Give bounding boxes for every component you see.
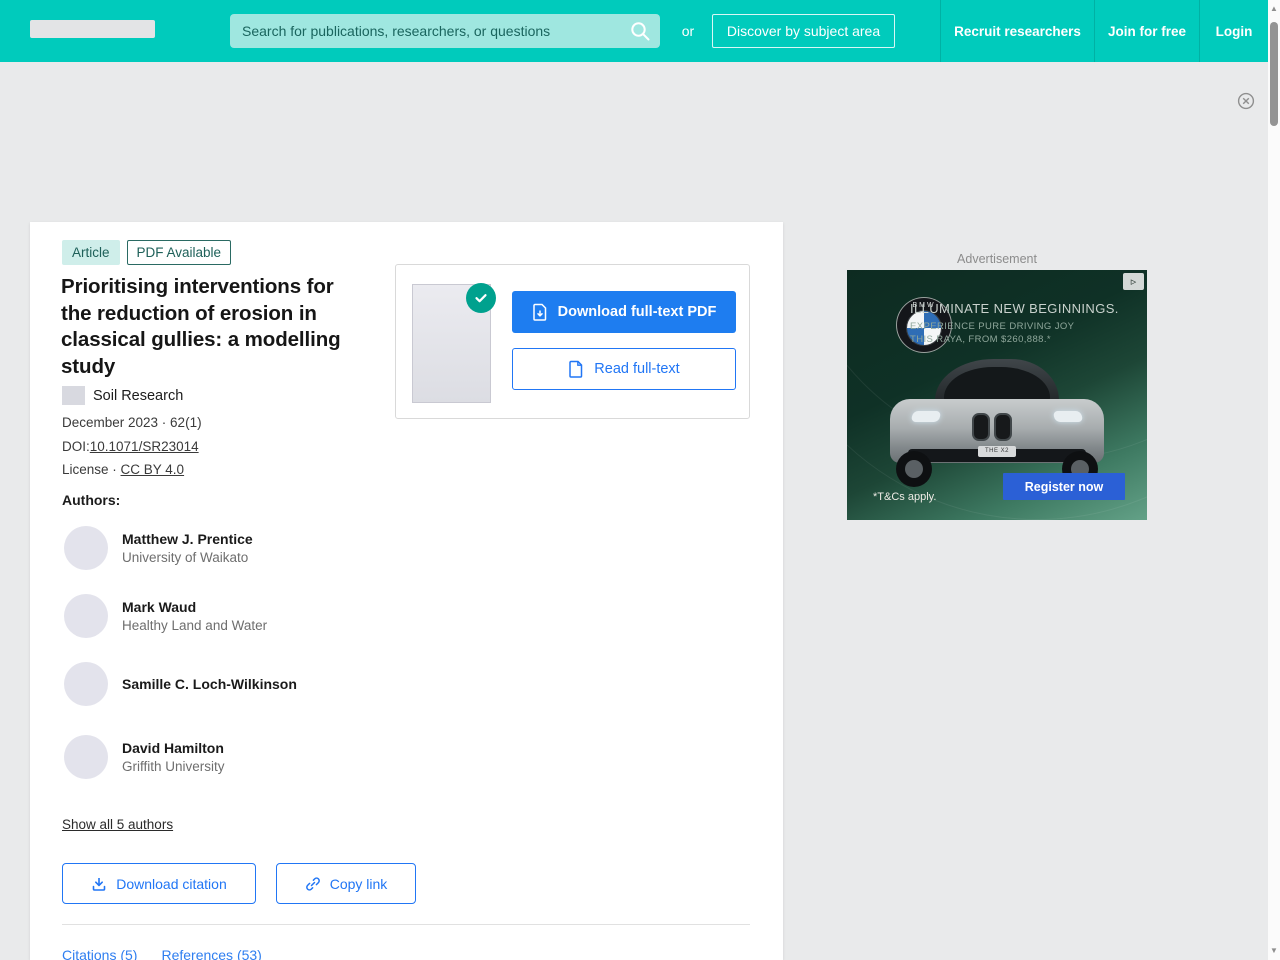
- tab-bar: Citations (5) References (53): [62, 947, 262, 960]
- doi-link[interactable]: 10.1071/SR23014: [90, 439, 199, 454]
- check-icon: [466, 283, 496, 313]
- copy-link-label: Copy link: [329, 875, 388, 892]
- license-row: License · CC BY 4.0: [62, 462, 184, 477]
- publication-date: December 2023 · 62(1): [62, 415, 202, 430]
- site-logo[interactable]: [30, 20, 155, 38]
- author-row: Samille C. Loch-Wilkinson: [64, 662, 297, 706]
- nav-login[interactable]: Login: [1199, 0, 1268, 62]
- ad-headline: ILLUMINATE NEW BEGINNINGS.: [910, 301, 1119, 316]
- copy-link-button[interactable]: Copy link: [276, 863, 416, 904]
- scrollbar-up-arrow[interactable]: ▲: [1268, 2, 1280, 16]
- link-icon: [305, 876, 321, 892]
- author-affiliation: University of Waikato: [122, 550, 249, 565]
- or-label: or: [681, 23, 695, 39]
- nav-recruit-researchers[interactable]: Recruit researchers: [940, 0, 1094, 62]
- scrollbar: ▲ ▼: [1268, 0, 1280, 960]
- doi-row: DOI:10.1071/SR23014: [62, 439, 199, 454]
- car-wheel: [896, 451, 932, 487]
- scrollbar-thumb[interactable]: [1270, 22, 1278, 126]
- close-icon[interactable]: [1237, 92, 1255, 110]
- car-headlight: [1052, 411, 1084, 422]
- discover-by-subject-button[interactable]: Discover by subject area: [712, 14, 895, 48]
- adchoices-icon[interactable]: ▹: [1123, 273, 1144, 290]
- search-icon[interactable]: [628, 19, 652, 43]
- download-citation-button[interactable]: Download citation: [62, 863, 256, 904]
- license-label: License ·: [62, 462, 121, 477]
- author-row: David Hamilton Griffith University: [64, 735, 225, 779]
- action-row: Download citation Copy link: [62, 863, 416, 904]
- publication-title: Prioritising interventions for the reduc…: [61, 275, 341, 378]
- journal-logo-icon: [62, 386, 85, 405]
- author-avatar[interactable]: [64, 594, 108, 638]
- journal-name: Soil Research: [93, 387, 184, 404]
- doi-label: DOI:: [62, 439, 90, 454]
- file-icon: [568, 360, 584, 378]
- author-avatar[interactable]: [64, 526, 108, 570]
- author-avatar[interactable]: [64, 662, 108, 706]
- tab-citations[interactable]: Citations (5): [62, 947, 137, 960]
- author-name[interactable]: David Hamilton: [122, 740, 225, 756]
- show-all-authors-link[interactable]: Show all 5 authors: [62, 817, 173, 832]
- nav-links: Recruit researchers Join for free Login: [940, 0, 1268, 62]
- ad-subline: EXPERIENCE PURE DRIVING JOY: [910, 321, 1075, 332]
- nav-join-for-free[interactable]: Join for free: [1094, 0, 1199, 62]
- top-nav: or Discover by subject area Recruit rese…: [0, 0, 1268, 62]
- author-name[interactable]: Mark Waud: [122, 599, 267, 615]
- badge-row: Article PDF Available: [62, 240, 232, 265]
- read-fulltext-button[interactable]: Read full-text: [512, 348, 736, 390]
- car-license-plate: THE X2: [978, 446, 1016, 457]
- scrollbar-down-arrow[interactable]: ▼: [1268, 944, 1280, 958]
- search-bar: [230, 14, 660, 48]
- file-download-icon: [532, 303, 548, 321]
- download-citation-label: Download citation: [116, 875, 227, 892]
- authors-label: Authors:: [62, 492, 121, 508]
- journal-row: Soil Research: [62, 386, 183, 405]
- advertisement-banner[interactable]: ▹ BMW ILLUMINATE NEW BEGINNINGS. EXPERIE…: [847, 270, 1147, 520]
- download-fulltext-pdf-button[interactable]: Download full-text PDF: [512, 291, 736, 333]
- advertisement-label: Advertisement: [957, 252, 1037, 266]
- car-grille: [972, 413, 990, 441]
- download-fulltext-label: Download full-text PDF: [557, 304, 717, 320]
- read-fulltext-label: Read full-text: [594, 361, 680, 377]
- ad-terms: *T&Cs apply.: [873, 491, 937, 503]
- author-affiliation: Healthy Land and Water: [122, 618, 268, 633]
- car-grille: [994, 413, 1012, 441]
- author-row: Matthew J. Prentice University of Waikat…: [64, 526, 253, 570]
- search-input[interactable]: [230, 14, 660, 48]
- fulltext-panel: Download full-text PDF Read full-text: [395, 264, 750, 419]
- author-name[interactable]: Samille C. Loch-Wilkinson: [122, 676, 297, 692]
- author-row: Mark Waud Healthy Land and Water: [64, 594, 267, 638]
- tab-references[interactable]: References (53): [161, 947, 261, 960]
- author-name[interactable]: Matthew J. Prentice: [122, 531, 253, 547]
- license-link[interactable]: CC BY 4.0: [121, 462, 185, 477]
- article-type-badge: Article: [62, 240, 120, 265]
- divider: [62, 924, 750, 925]
- car-headlight: [910, 411, 942, 422]
- author-avatar[interactable]: [64, 735, 108, 779]
- ad-subline: THIS RAYA, FROM $260,888.*: [910, 334, 1051, 345]
- pdf-available-badge: PDF Available: [126, 240, 232, 265]
- download-icon: [91, 876, 107, 892]
- author-affiliation: Griffith University: [122, 759, 225, 774]
- publication-card: Article PDF Available Prioritising inter…: [30, 222, 783, 960]
- register-now-button[interactable]: Register now: [1003, 473, 1125, 500]
